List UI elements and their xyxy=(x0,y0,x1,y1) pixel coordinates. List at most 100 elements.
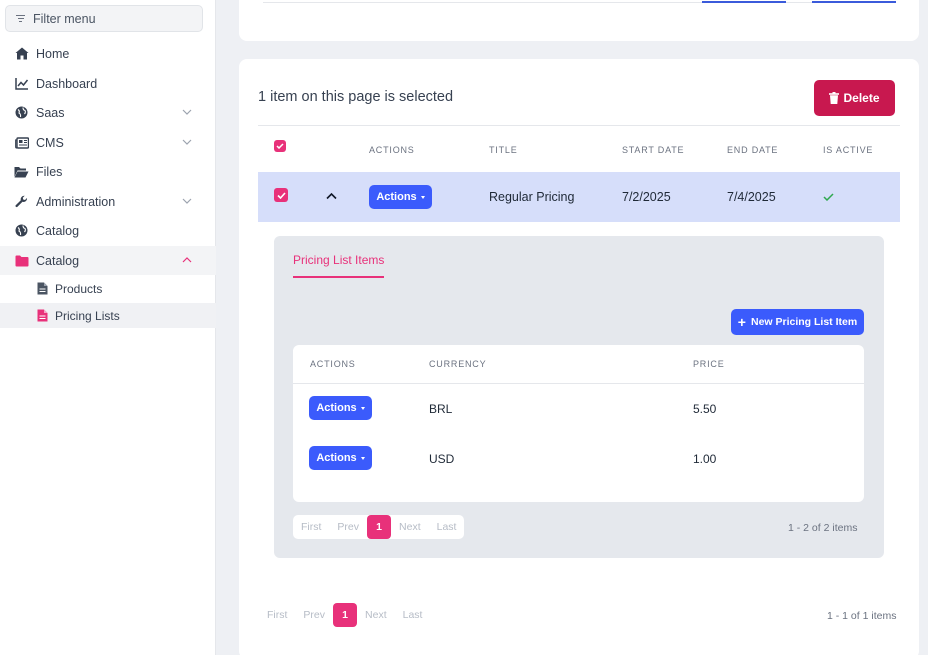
filter-menu-input[interactable]: Filter menu xyxy=(5,5,203,32)
pager-last[interactable]: Last xyxy=(395,609,431,621)
row-detail-panel: Pricing List Items + New Pricing List It… xyxy=(274,236,884,558)
column-header-currency[interactable]: CURRENCY xyxy=(429,359,486,369)
column-header-title[interactable]: TITLE xyxy=(489,145,518,155)
cell-end-date: 7/4/2025 xyxy=(727,190,776,204)
sidebar-item-label: Administration xyxy=(36,194,116,209)
pager-prev[interactable]: Prev xyxy=(329,521,367,533)
divider xyxy=(258,125,900,126)
folder-open-icon xyxy=(14,164,29,179)
check-icon xyxy=(823,193,834,201)
sidebar-item-dashboard[interactable]: Dashboard xyxy=(0,69,216,98)
newspaper-icon xyxy=(14,135,29,150)
caret-down-icon xyxy=(420,195,425,199)
pager-next[interactable]: Next xyxy=(357,609,395,621)
sidebar-item-label: Files xyxy=(36,164,63,179)
divider xyxy=(293,383,864,384)
detail-pagination: First Prev 1 Next Last xyxy=(293,515,465,539)
column-header-is-active[interactable]: IS ACTIVE xyxy=(823,145,873,155)
caret-down-icon xyxy=(360,406,365,410)
cell-currency: USD xyxy=(429,452,455,466)
cell-price: 5.50 xyxy=(693,402,717,416)
link-underline xyxy=(812,1,896,3)
pager-prev[interactable]: Prev xyxy=(295,609,333,621)
sidebar-item-saas[interactable]: Saas xyxy=(0,98,216,127)
row-checkbox[interactable] xyxy=(274,188,288,202)
previous-card xyxy=(239,0,919,41)
sidebar-item-label: Catalog xyxy=(36,253,80,268)
chevron-up-icon[interactable] xyxy=(326,192,337,200)
caret-down-icon xyxy=(360,456,365,460)
sidebar-item-catalog[interactable]: Catalog xyxy=(0,246,216,275)
column-header-price[interactable]: PRICE xyxy=(693,359,725,369)
column-header-actions: ACTIONS xyxy=(369,145,415,155)
actions-label: Actions xyxy=(316,402,357,414)
cell-currency: BRL xyxy=(429,402,453,416)
sidebar-item-label: Home xyxy=(36,46,70,61)
pagination: First Prev 1 Next Last xyxy=(259,603,430,627)
globe-icon xyxy=(14,223,29,238)
pager-current-page[interactable]: 1 xyxy=(367,515,392,539)
pager-first[interactable]: First xyxy=(293,521,329,533)
sidebar-subitem-products[interactable]: Products xyxy=(0,276,216,301)
chart-line-icon xyxy=(14,76,29,91)
delete-label: Delete xyxy=(843,91,880,105)
detail-item-count: 1 - 2 of 2 items xyxy=(788,522,858,534)
plus-icon: + xyxy=(737,314,746,330)
divider xyxy=(263,2,895,3)
trash-icon xyxy=(829,92,840,104)
pricing-items-table: ACTIONS CURRENCY PRICE Actions BRL 5.50 … xyxy=(293,345,864,502)
chevron-up-icon xyxy=(182,257,192,263)
sidebar-item-administration[interactable]: Administration xyxy=(0,187,216,216)
cell-price: 1.00 xyxy=(693,452,717,466)
delete-button[interactable]: Delete xyxy=(814,80,895,116)
active-tab-indicator xyxy=(293,276,384,278)
actions-label: Actions xyxy=(376,191,417,203)
filter-icon xyxy=(16,14,25,23)
pager-last[interactable]: Last xyxy=(429,521,465,533)
sidebar-item-cms[interactable]: CMS xyxy=(0,128,216,157)
pager-first[interactable]: First xyxy=(259,609,295,621)
item-count: 1 - 1 of 1 items xyxy=(827,610,897,622)
sidebar-subitem-label: Pricing Lists xyxy=(55,308,120,323)
sidebar-item-label: Saas xyxy=(36,105,65,120)
actions-label: Actions xyxy=(316,452,357,464)
row-actions-button[interactable]: Actions xyxy=(369,185,432,209)
column-header-actions: ACTIONS xyxy=(310,359,356,369)
sidebar-subitem-label: Products xyxy=(55,281,103,296)
chevron-down-icon xyxy=(182,198,192,204)
sidebar-subitem-pricing-lists[interactable]: Pricing Lists xyxy=(0,303,216,328)
table-row[interactable] xyxy=(258,172,900,222)
row-actions-button[interactable]: Actions xyxy=(309,396,372,420)
column-header-start-date[interactable]: START DATE xyxy=(622,145,684,155)
row-actions-button[interactable]: Actions xyxy=(309,446,372,470)
pager-next[interactable]: Next xyxy=(391,521,429,533)
home-icon xyxy=(14,46,29,61)
file-icon xyxy=(36,282,48,296)
new-pricing-list-item-button[interactable]: + New Pricing List Item xyxy=(731,309,864,335)
cell-title: Regular Pricing xyxy=(489,190,575,204)
filter-menu-label: Filter menu xyxy=(33,11,96,26)
globe-icon xyxy=(14,105,29,120)
pricing-lists-card: 1 item on this page is selected Delete A… xyxy=(239,59,919,655)
check-icon xyxy=(276,143,284,149)
sidebar-item-label: Catalog xyxy=(36,223,80,238)
column-header-end-date[interactable]: END DATE xyxy=(727,145,778,155)
sidebar-item-label: Dashboard xyxy=(36,76,98,91)
sidebar-item-label: CMS xyxy=(36,135,64,150)
folder-icon xyxy=(14,253,29,268)
file-text-icon xyxy=(36,309,48,323)
new-button-label: New Pricing List Item xyxy=(750,316,858,328)
cell-start-date: 7/2/2025 xyxy=(622,190,671,204)
sidebar: Filter menu Home Dashboard Saas CMS File… xyxy=(0,0,216,655)
link-underline xyxy=(702,1,786,3)
sidebar-item-files[interactable]: Files xyxy=(0,157,216,186)
sidebar-item-home[interactable]: Home xyxy=(0,39,216,68)
check-icon xyxy=(276,191,286,199)
select-all-checkbox[interactable] xyxy=(274,140,286,152)
selection-status: 1 item on this page is selected xyxy=(258,89,454,105)
tab-pricing-list-items[interactable]: Pricing List Items xyxy=(293,253,384,267)
pager-current-page[interactable]: 1 xyxy=(333,603,358,627)
chevron-down-icon xyxy=(182,139,192,145)
wrench-icon xyxy=(14,194,29,209)
sidebar-item-catalog-globe[interactable]: Catalog xyxy=(0,216,216,245)
